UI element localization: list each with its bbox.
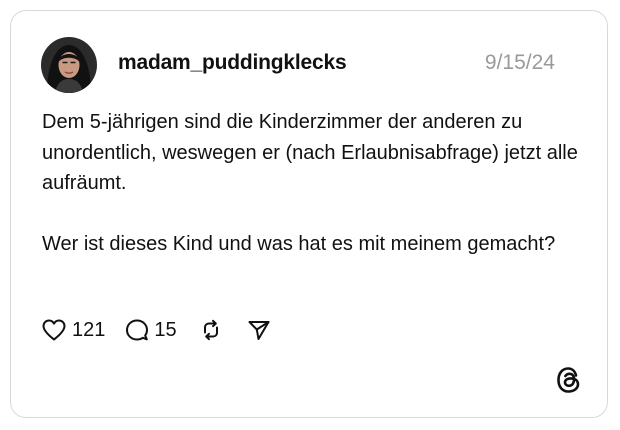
repost-icon xyxy=(203,319,218,341)
repost-button[interactable] xyxy=(199,318,223,342)
reply-count: 15 xyxy=(154,318,177,341)
like-button[interactable]: 121 xyxy=(41,318,105,342)
action-bar: 121 15 xyxy=(41,315,271,345)
post-paragraph: Wer ist dieses Kind und was hat es mit m… xyxy=(42,233,556,255)
speech-bubble-icon xyxy=(126,319,149,341)
like-count: 121 xyxy=(72,318,106,341)
post-card: madam_puddingklecks 9/15/24 Dem 5-jährig… xyxy=(10,10,608,418)
avatar-image xyxy=(41,37,97,93)
share-button[interactable] xyxy=(247,318,271,342)
reply-button[interactable]: 15 xyxy=(125,318,177,342)
heart-icon xyxy=(42,319,66,341)
send-icon xyxy=(248,321,270,340)
avatar[interactable] xyxy=(41,37,97,93)
threads-logo-icon xyxy=(555,365,583,395)
post-paragraph: Dem 5-jährigen sind die Kinderzimmer der… xyxy=(42,111,578,194)
post-date: 9/15/24 xyxy=(484,51,555,74)
username[interactable]: madam_puddingklecks xyxy=(118,51,347,75)
post-text: Dem 5-jährigen sind die Kinderzimmer der… xyxy=(42,107,582,260)
